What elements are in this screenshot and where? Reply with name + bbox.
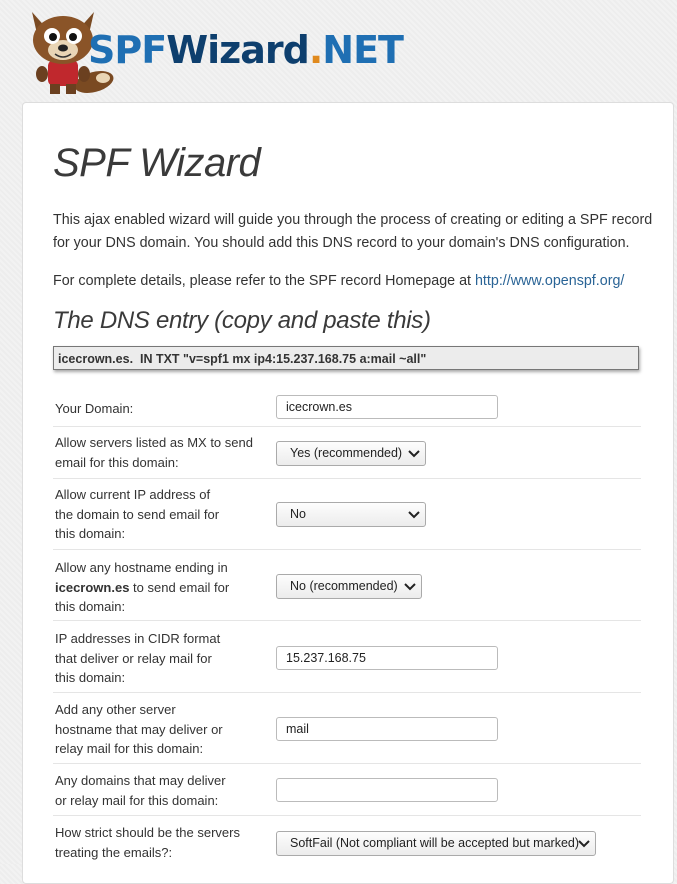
chevron-down-icon <box>408 511 420 519</box>
mx-label: Allow servers listed as MX to send email… <box>55 435 253 470</box>
row-a: Allow current IP address of the domain t… <box>53 479 641 550</box>
logo-net: NET <box>322 28 404 72</box>
openspf-link[interactable]: http://www.openspf.org/ <box>475 273 624 289</box>
row-domain: Your Domain: icecrown.es <box>53 393 641 427</box>
all-label: How strict should be the servers treatin… <box>55 825 240 860</box>
chevron-down-icon <box>408 450 420 458</box>
row-a-hosts: Add any other server hostname that may d… <box>53 693 641 764</box>
all-select-value: SoftFail (Not compliant will be accepted… <box>290 836 580 850</box>
page-title: SPF Wizard <box>53 141 261 185</box>
ptr-select-value: No (recommended) <box>290 579 398 593</box>
ip4-label: IP addresses in CIDR format that deliver… <box>55 631 221 685</box>
a-hosts-label: Add any other server hostname that may d… <box>55 702 223 756</box>
ptr-label-prefix: Allow any hostname ending in <box>55 560 228 575</box>
details-prefix: For complete details, please refer to th… <box>53 273 475 289</box>
a-select-value: No <box>290 507 306 521</box>
ptr-select[interactable]: No (recommended) <box>276 574 422 599</box>
dns-entry-heading: The DNS entry (copy and paste this) <box>53 307 431 334</box>
include-label: Any domains that may deliver or relay ma… <box>55 773 226 808</box>
main-panel: SPF Wizard This ajax enabled wizard will… <box>22 102 674 884</box>
mx-select[interactable]: Yes (recommended) <box>276 441 426 466</box>
a-select[interactable]: No <box>276 502 426 527</box>
include-input[interactable] <box>276 778 498 802</box>
ptr-label-domain: icecrown.es <box>55 579 130 595</box>
all-select[interactable]: SoftFail (Not compliant will be accepted… <box>276 831 596 856</box>
dns-record-output[interactable]: icecrown.es. IN TXT "v=spf1 mx ip4:15.23… <box>53 346 639 370</box>
a-label: Allow current IP address of the domain t… <box>55 487 220 541</box>
domain-label: Your Domain: <box>55 401 134 416</box>
a-hosts-input[interactable]: mail <box>276 717 498 741</box>
row-ptr: Allow any hostname ending in icecrown.es… <box>53 550 641 621</box>
row-include: Any domains that may deliver or relay ma… <box>53 764 641 816</box>
chevron-down-icon <box>404 583 416 591</box>
site-header: SPFWizard.NET <box>0 0 677 100</box>
intro-text: This ajax enabled wizard will guide you … <box>53 212 653 251</box>
site-logo[interactable]: SPFWizard.NET <box>88 27 404 73</box>
chevron-down-icon <box>578 840 590 848</box>
ip4-input[interactable]: 15.237.168.75 <box>276 646 498 670</box>
logo-spf: SPF <box>88 28 167 72</box>
details-text: For complete details, please refer to th… <box>53 271 653 291</box>
row-all: How strict should be the servers treatin… <box>53 816 641 876</box>
row-ip4: IP addresses in CIDR format that deliver… <box>53 621 641 693</box>
row-mx: Allow servers listed as MX to send email… <box>53 427 641 479</box>
logo-dot: . <box>308 28 323 72</box>
logo-wizard: Wizard <box>166 28 310 72</box>
mx-select-value: Yes (recommended) <box>290 446 403 460</box>
domain-input[interactable]: icecrown.es <box>276 395 498 419</box>
ptr-label: Allow any hostname ending in icecrown.es… <box>55 558 240 617</box>
